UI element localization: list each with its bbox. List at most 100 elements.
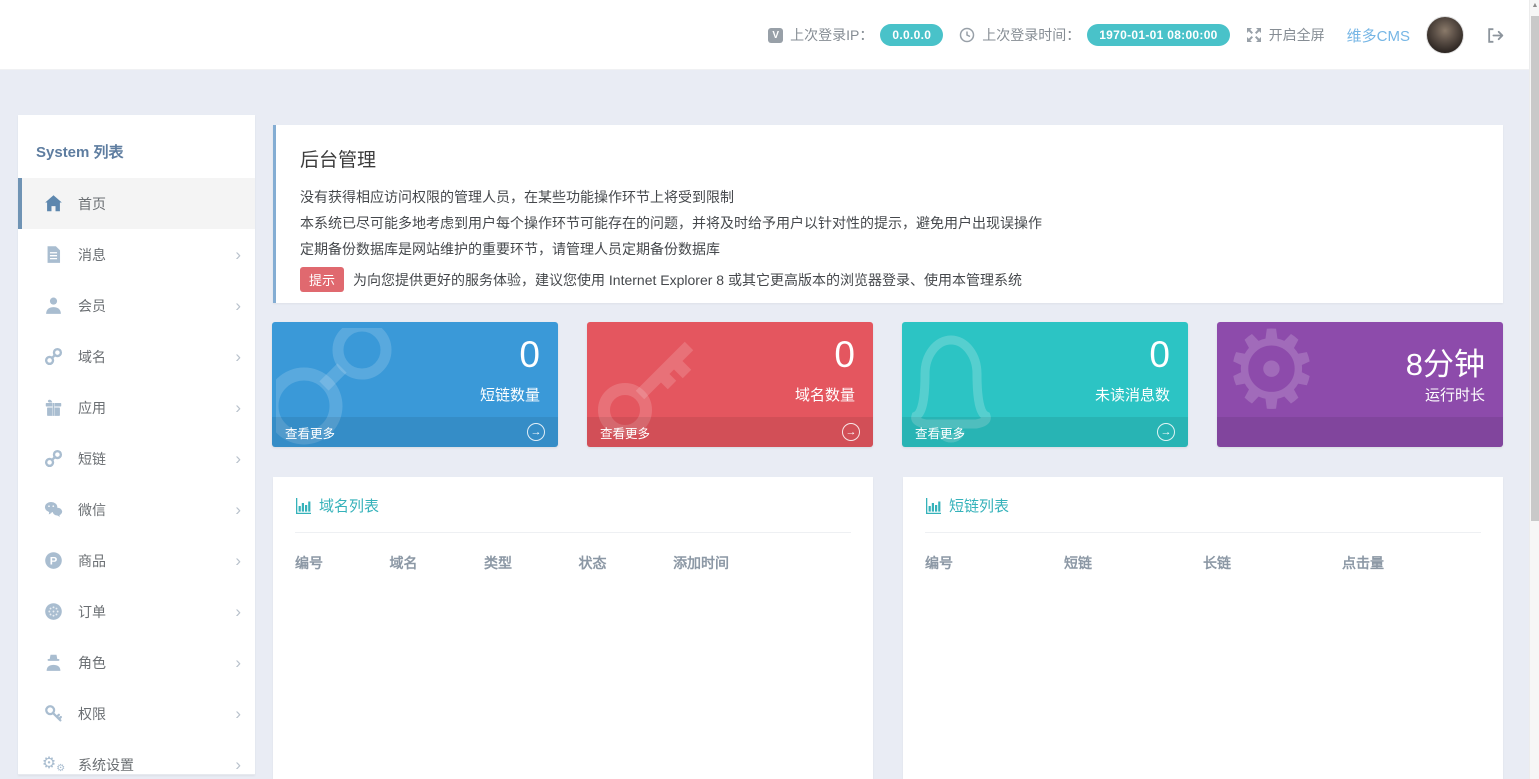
last-login-time-label: 上次登录时间： xyxy=(982,25,1080,45)
sidebar-item-domains[interactable]: 域名 › xyxy=(18,331,255,382)
avatar[interactable] xyxy=(1426,16,1464,54)
chevron-right-icon: › xyxy=(235,603,241,620)
shortlink-table-header: 编号 短链 长链 点击量 xyxy=(925,553,1481,573)
arrow-right-icon[interactable]: → xyxy=(1157,423,1175,441)
stat-value: 0 xyxy=(519,334,540,376)
sidebar-item-label: 应用 xyxy=(78,398,106,418)
stat-card-shortlinks: 0 短链数量 查看更多 → xyxy=(272,322,558,447)
app-icon xyxy=(44,398,63,417)
panel-title-text: 短链列表 xyxy=(949,495,1009,516)
home-icon xyxy=(44,194,63,213)
column-header: 添加时间 xyxy=(673,553,851,573)
ip-icon: V xyxy=(768,28,783,43)
chevron-right-icon: › xyxy=(235,654,241,671)
domain-icon xyxy=(44,347,63,366)
logout-icon[interactable] xyxy=(1486,26,1505,45)
sidebar-item-label: 会员 xyxy=(78,296,106,316)
sidebar-item-wechat[interactable]: 微信 › xyxy=(18,484,255,535)
wechat-icon xyxy=(44,500,63,519)
view-more-link[interactable]: 查看更多 xyxy=(285,423,527,442)
bar-chart-icon xyxy=(295,498,311,514)
fullscreen-icon xyxy=(1246,27,1262,43)
column-header: 编号 xyxy=(295,553,390,573)
tip-badge: 提示 xyxy=(300,267,344,292)
chevron-right-icon: › xyxy=(235,297,241,314)
scrollbar-thumb[interactable] xyxy=(1531,16,1539,521)
svg-text:P: P xyxy=(50,556,58,568)
sidebar-item-permissions[interactable]: 权限 › xyxy=(18,688,255,739)
permission-icon xyxy=(44,704,63,723)
sidebar-item-label: 首页 xyxy=(78,194,106,214)
settings-icon: ⚙⚙ xyxy=(44,755,63,774)
sidebar-item-label: 消息 xyxy=(78,245,106,265)
last-login-time: 上次登录时间： 1970-01-01 08:00:00 xyxy=(959,24,1229,46)
chevron-right-icon: › xyxy=(235,450,241,467)
sidebar-item-shortlinks[interactable]: 短链 › xyxy=(18,433,255,484)
sidebar-item-label: 系统设置 xyxy=(78,755,134,775)
sidebar-item-home[interactable]: 首页 xyxy=(18,178,255,229)
stat-card-domains: 0 域名数量 查看更多 → xyxy=(587,322,873,447)
sidebar-item-label: 域名 xyxy=(78,347,106,367)
top-header: V 上次登录IP： 0.0.0.0 上次登录时间： 1970-01-01 08:… xyxy=(0,0,1539,70)
sidebar-item-settings[interactable]: ⚙⚙ 系统设置 › xyxy=(18,739,255,779)
shortlink-list-panel: 短链列表 编号 短链 长链 点击量 xyxy=(903,477,1503,779)
domain-table-header: 编号 域名 类型 状态 添加时间 xyxy=(295,553,851,573)
last-login-ip: V 上次登录IP： 0.0.0.0 xyxy=(768,24,943,46)
sidebar-item-label: 权限 xyxy=(78,704,106,724)
welcome-line-2: 本系统已尽可能多地考虑到用户每个操作环节可能存在的问题，并将及时给予用户以针对性… xyxy=(300,210,1479,236)
column-header: 编号 xyxy=(925,553,1064,573)
chevron-right-icon: › xyxy=(235,552,241,569)
column-header: 短链 xyxy=(1064,553,1203,573)
member-icon xyxy=(44,296,63,315)
chevron-right-icon: › xyxy=(235,399,241,416)
stat-label: 域名数量 xyxy=(795,384,855,405)
shortlink-icon xyxy=(44,449,63,468)
card-footer: 查看更多 → xyxy=(272,417,558,447)
bar-chart-icon xyxy=(925,498,941,514)
stat-card-uptime: ⚙ 8分钟 运行时长 xyxy=(1217,322,1503,447)
domain-list-panel: 域名列表 编号 域名 类型 状态 添加时间 xyxy=(273,477,873,779)
view-more-link[interactable]: 查看更多 xyxy=(600,423,842,442)
stat-label: 短链数量 xyxy=(480,384,540,405)
fullscreen-label: 开启全屏 xyxy=(1269,25,1325,45)
stat-label: 未读消息数 xyxy=(1095,384,1170,405)
fullscreen-toggle[interactable]: 开启全屏 xyxy=(1246,25,1325,45)
view-more-link[interactable]: 查看更多 xyxy=(915,423,1157,442)
sidebar-item-products[interactable]: P 商品 › xyxy=(18,535,255,586)
welcome-panel: 后台管理 没有获得相应访问权限的管理人员，在某些功能操作环节上将受到限制 本系统… xyxy=(273,125,1503,303)
stat-value: 0 xyxy=(1149,334,1170,376)
column-header: 域名 xyxy=(390,553,485,573)
page-title: 后台管理 xyxy=(300,145,1479,172)
chevron-right-icon: › xyxy=(235,705,241,722)
last-login-ip-badge: 0.0.0.0 xyxy=(880,24,943,46)
sidebar-item-label: 角色 xyxy=(78,653,106,673)
clock-icon xyxy=(959,27,975,43)
brand-link[interactable]: 维多CMS xyxy=(1347,25,1410,46)
admin-dashboard: V 上次登录IP： 0.0.0.0 上次登录时间： 1970-01-01 08:… xyxy=(0,0,1539,779)
sidebar-item-messages[interactable]: 消息 › xyxy=(18,229,255,280)
sidebar-item-members[interactable]: 会员 › xyxy=(18,280,255,331)
sidebar-item-label: 短链 xyxy=(78,449,106,469)
column-header: 状态 xyxy=(579,553,674,573)
card-footer: 查看更多 → xyxy=(587,417,873,447)
sidebar-item-roles[interactable]: 角色 › xyxy=(18,637,255,688)
welcome-line-1: 没有获得相应访问权限的管理人员，在某些功能操作环节上将受到限制 xyxy=(300,184,1479,210)
arrow-right-icon[interactable]: → xyxy=(842,423,860,441)
message-icon xyxy=(44,245,63,264)
last-login-time-badge: 1970-01-01 08:00:00 xyxy=(1087,24,1229,46)
sidebar-item-apps[interactable]: 应用 › xyxy=(18,382,255,433)
chevron-right-icon: › xyxy=(235,501,241,518)
column-header: 类型 xyxy=(484,553,579,573)
arrow-right-icon[interactable]: → xyxy=(527,423,545,441)
role-icon xyxy=(44,653,63,672)
vertical-scrollbar[interactable]: ▲ xyxy=(1529,0,1539,779)
column-header: 点击量 xyxy=(1342,553,1481,573)
stat-card-messages: 0 未读消息数 查看更多 → xyxy=(902,322,1188,447)
sidebar-item-label: 商品 xyxy=(78,551,106,571)
last-login-ip-label: 上次登录IP： xyxy=(790,25,873,45)
sidebar-item-label: 微信 xyxy=(78,500,106,520)
welcome-line-3: 定期备份数据库是网站维护的重要环节，请管理人员定期备份数据库 xyxy=(300,236,1479,262)
scroll-up-icon[interactable]: ▲ xyxy=(1530,2,1539,9)
sidebar-item-orders[interactable]: 订单 › xyxy=(18,586,255,637)
order-icon xyxy=(44,602,63,621)
